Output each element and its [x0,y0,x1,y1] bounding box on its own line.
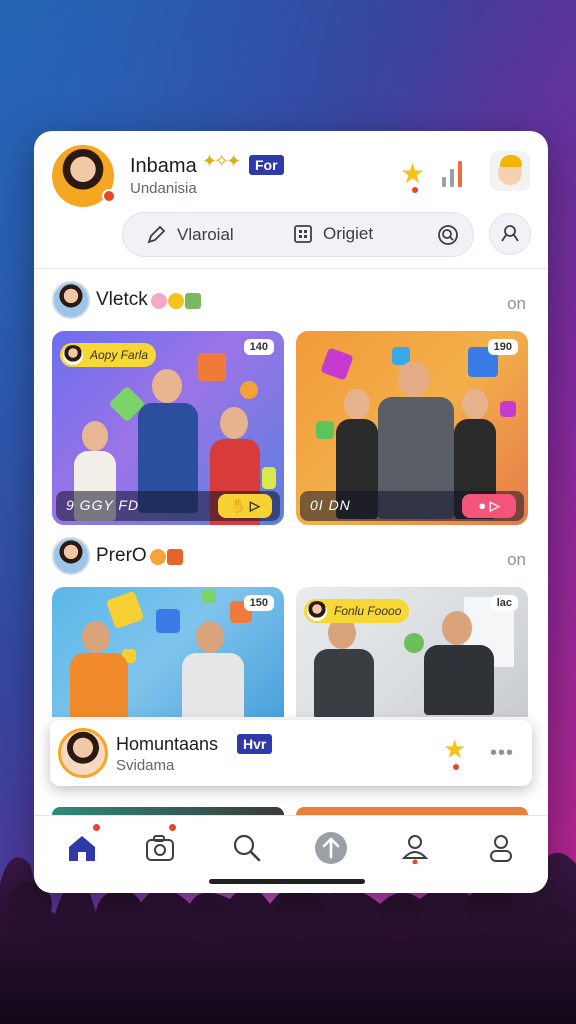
star-icon[interactable]: ★ [400,157,425,190]
nav-profile-alert[interactable] [395,828,435,868]
float-name: Homuntaans [116,734,219,754]
media-card[interactable]: 190 0I DN ● ▷ [296,331,528,525]
card-footer-text: 9 GGY FD [66,497,140,513]
search-icon [233,834,261,862]
star-icon[interactable]: ★ [443,734,466,765]
home-indicator[interactable] [209,879,365,884]
section-header[interactable]: PrerO [52,537,183,575]
people-button[interactable] [489,213,531,255]
float-badge: Hvr [237,734,273,754]
card-count: 190 [487,339,518,355]
nav-upload[interactable] [311,828,351,868]
scan-search-icon[interactable] [436,223,460,247]
card-label: Fonlu Foooo [304,599,410,623]
avatar[interactable] [58,728,108,778]
card-label: Aopy Farla [60,343,157,367]
tab-label: Vlaroial [177,225,234,244]
sparkle-icon: ✦✧✦ [202,151,241,171]
tab-label: Origiet [323,224,374,243]
avatar [52,537,90,575]
section-title: PrerO [96,545,147,566]
user-badge: For [249,155,284,175]
mascot-avatar[interactable] [490,151,530,191]
emoji-icons [150,291,201,309]
notification-dot [453,764,459,770]
pencil-icon [147,225,166,244]
card-count: 150 [243,595,274,611]
app-window: Inbama ✦✧✦ For Undanisia ★ Vlaroial Orig… [34,131,548,893]
card-footer-text: 0I DN [310,497,351,513]
floating-profile-card[interactable]: Homuntaans Hvr Svidama ★ ••• [50,720,532,786]
notification-dot [167,822,178,833]
nav-search[interactable] [227,828,267,868]
card-footer: 0I DN ● ▷ [300,491,524,521]
card-count: lac [490,595,518,611]
more-icon[interactable]: ••• [490,742,514,765]
user-icon [501,225,519,242]
float-subtitle: Svidama [116,757,175,774]
nav-camera[interactable] [140,828,180,868]
profile-icon [490,835,512,862]
tab-vlaroial[interactable]: Vlaroial [145,224,234,246]
home-icon [69,836,95,861]
user-subtitle: Undanisia [130,180,197,197]
section-meta: on [507,550,526,569]
profile-alert-icon [401,835,429,864]
emoji-icons [149,547,183,565]
tab-origiet[interactable]: Origiet [293,224,373,244]
nav-profile[interactable] [481,828,521,868]
section-header[interactable]: Vletck [52,281,201,319]
grid-icon [294,225,312,243]
media-card[interactable]: 150 [52,587,284,717]
play-button[interactable]: ✋ ▷ [218,494,272,518]
card-count: 140 [243,339,274,355]
section-title: Vletck [96,289,148,310]
notification-dot [412,187,418,193]
status-dot [102,189,116,203]
play-button[interactable]: ● ▷ [462,494,516,518]
card-peek [52,807,284,815]
avatar [52,281,90,319]
tabs-bar: Vlaroial Origiet [122,212,474,257]
camera-icon [146,835,174,861]
media-card[interactable]: Aopy Farla 140 9 GGY FD ✋ ▷ [52,331,284,525]
user-name: Inbama [130,155,197,177]
notification-dot [91,822,102,833]
nav-home[interactable] [62,828,102,868]
upload-icon [315,832,347,864]
profile-header: Inbama ✦✧✦ For Undanisia ★ Vlaroial Orig… [34,131,548,269]
card-peek [296,807,528,815]
card-footer: 9 GGY FD ✋ ▷ [56,491,280,521]
media-card[interactable]: Fonlu Foooo lac [296,587,528,717]
signal-icon[interactable] [442,157,468,187]
section-meta: on [507,294,526,313]
